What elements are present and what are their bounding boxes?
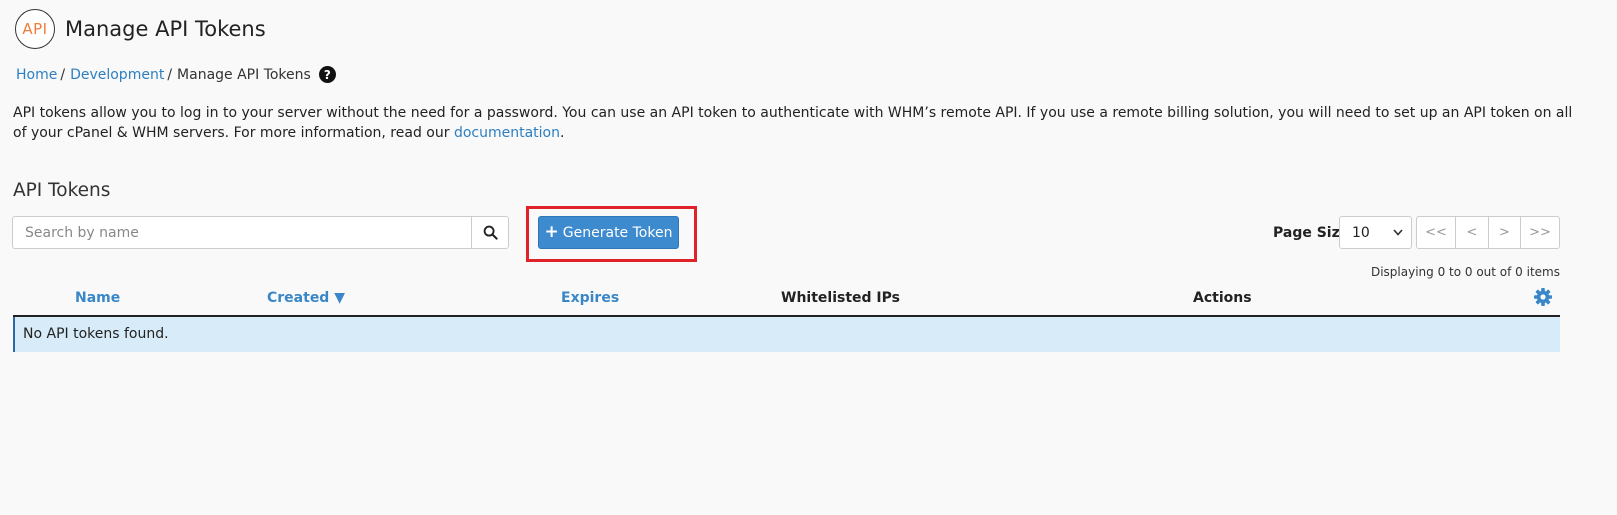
breadcrumb-current: Manage API Tokens: [177, 66, 311, 83]
displaying-count: Displaying 0 to 0 out of 0 items: [1370, 265, 1560, 279]
column-header-actions: Actions: [1193, 290, 1252, 306]
column-header-created[interactable]: Created ▼: [267, 290, 345, 306]
breadcrumb: Home / Development / Manage API Tokens ?: [16, 66, 336, 83]
section-title: API Tokens: [13, 180, 111, 201]
next-page-button[interactable]: >: [1489, 216, 1521, 249]
api-logo: API: [15, 9, 55, 49]
breadcrumb-home[interactable]: Home: [16, 67, 57, 83]
generate-token-label: Generate Token: [562, 224, 673, 241]
search-input[interactable]: [12, 216, 471, 249]
last-page-button[interactable]: >>: [1521, 216, 1560, 249]
pagination: << < > >>: [1416, 216, 1560, 249]
breadcrumb-development[interactable]: Development: [70, 67, 164, 83]
page-size-label: Page Size: [1273, 225, 1350, 241]
documentation-link[interactable]: documentation: [454, 125, 560, 141]
plus-icon: +: [544, 222, 559, 242]
search-icon: [483, 225, 498, 240]
help-icon[interactable]: ?: [318, 66, 336, 83]
page-size-select[interactable]: 10: [1339, 216, 1412, 249]
breadcrumb-separator: /: [167, 66, 173, 83]
chevron-down-icon: [1393, 229, 1403, 236]
search-button[interactable]: [471, 216, 509, 249]
column-header-whitelisted-ips: Whitelisted IPs: [781, 290, 900, 306]
empty-table-row: No API tokens found.: [13, 317, 1560, 352]
breadcrumb-separator: /: [60, 66, 66, 83]
page-header: API Manage API Tokens: [15, 9, 266, 49]
page-size-value: 10: [1352, 224, 1370, 241]
generate-token-button[interactable]: + Generate Token: [538, 216, 679, 249]
prev-page-button[interactable]: <: [1456, 216, 1489, 249]
page-description: API tokens allow you to log in to your s…: [13, 104, 1573, 143]
first-page-button[interactable]: <<: [1416, 216, 1456, 249]
description-text: API tokens allow you to log in to your s…: [13, 105, 1573, 141]
column-header-expires[interactable]: Expires: [561, 290, 619, 306]
column-header-name[interactable]: Name: [75, 290, 120, 306]
gear-icon[interactable]: [1533, 287, 1553, 307]
description-end: .: [559, 124, 565, 141]
page-title: Manage API Tokens: [65, 17, 266, 41]
search-group: [12, 216, 509, 249]
